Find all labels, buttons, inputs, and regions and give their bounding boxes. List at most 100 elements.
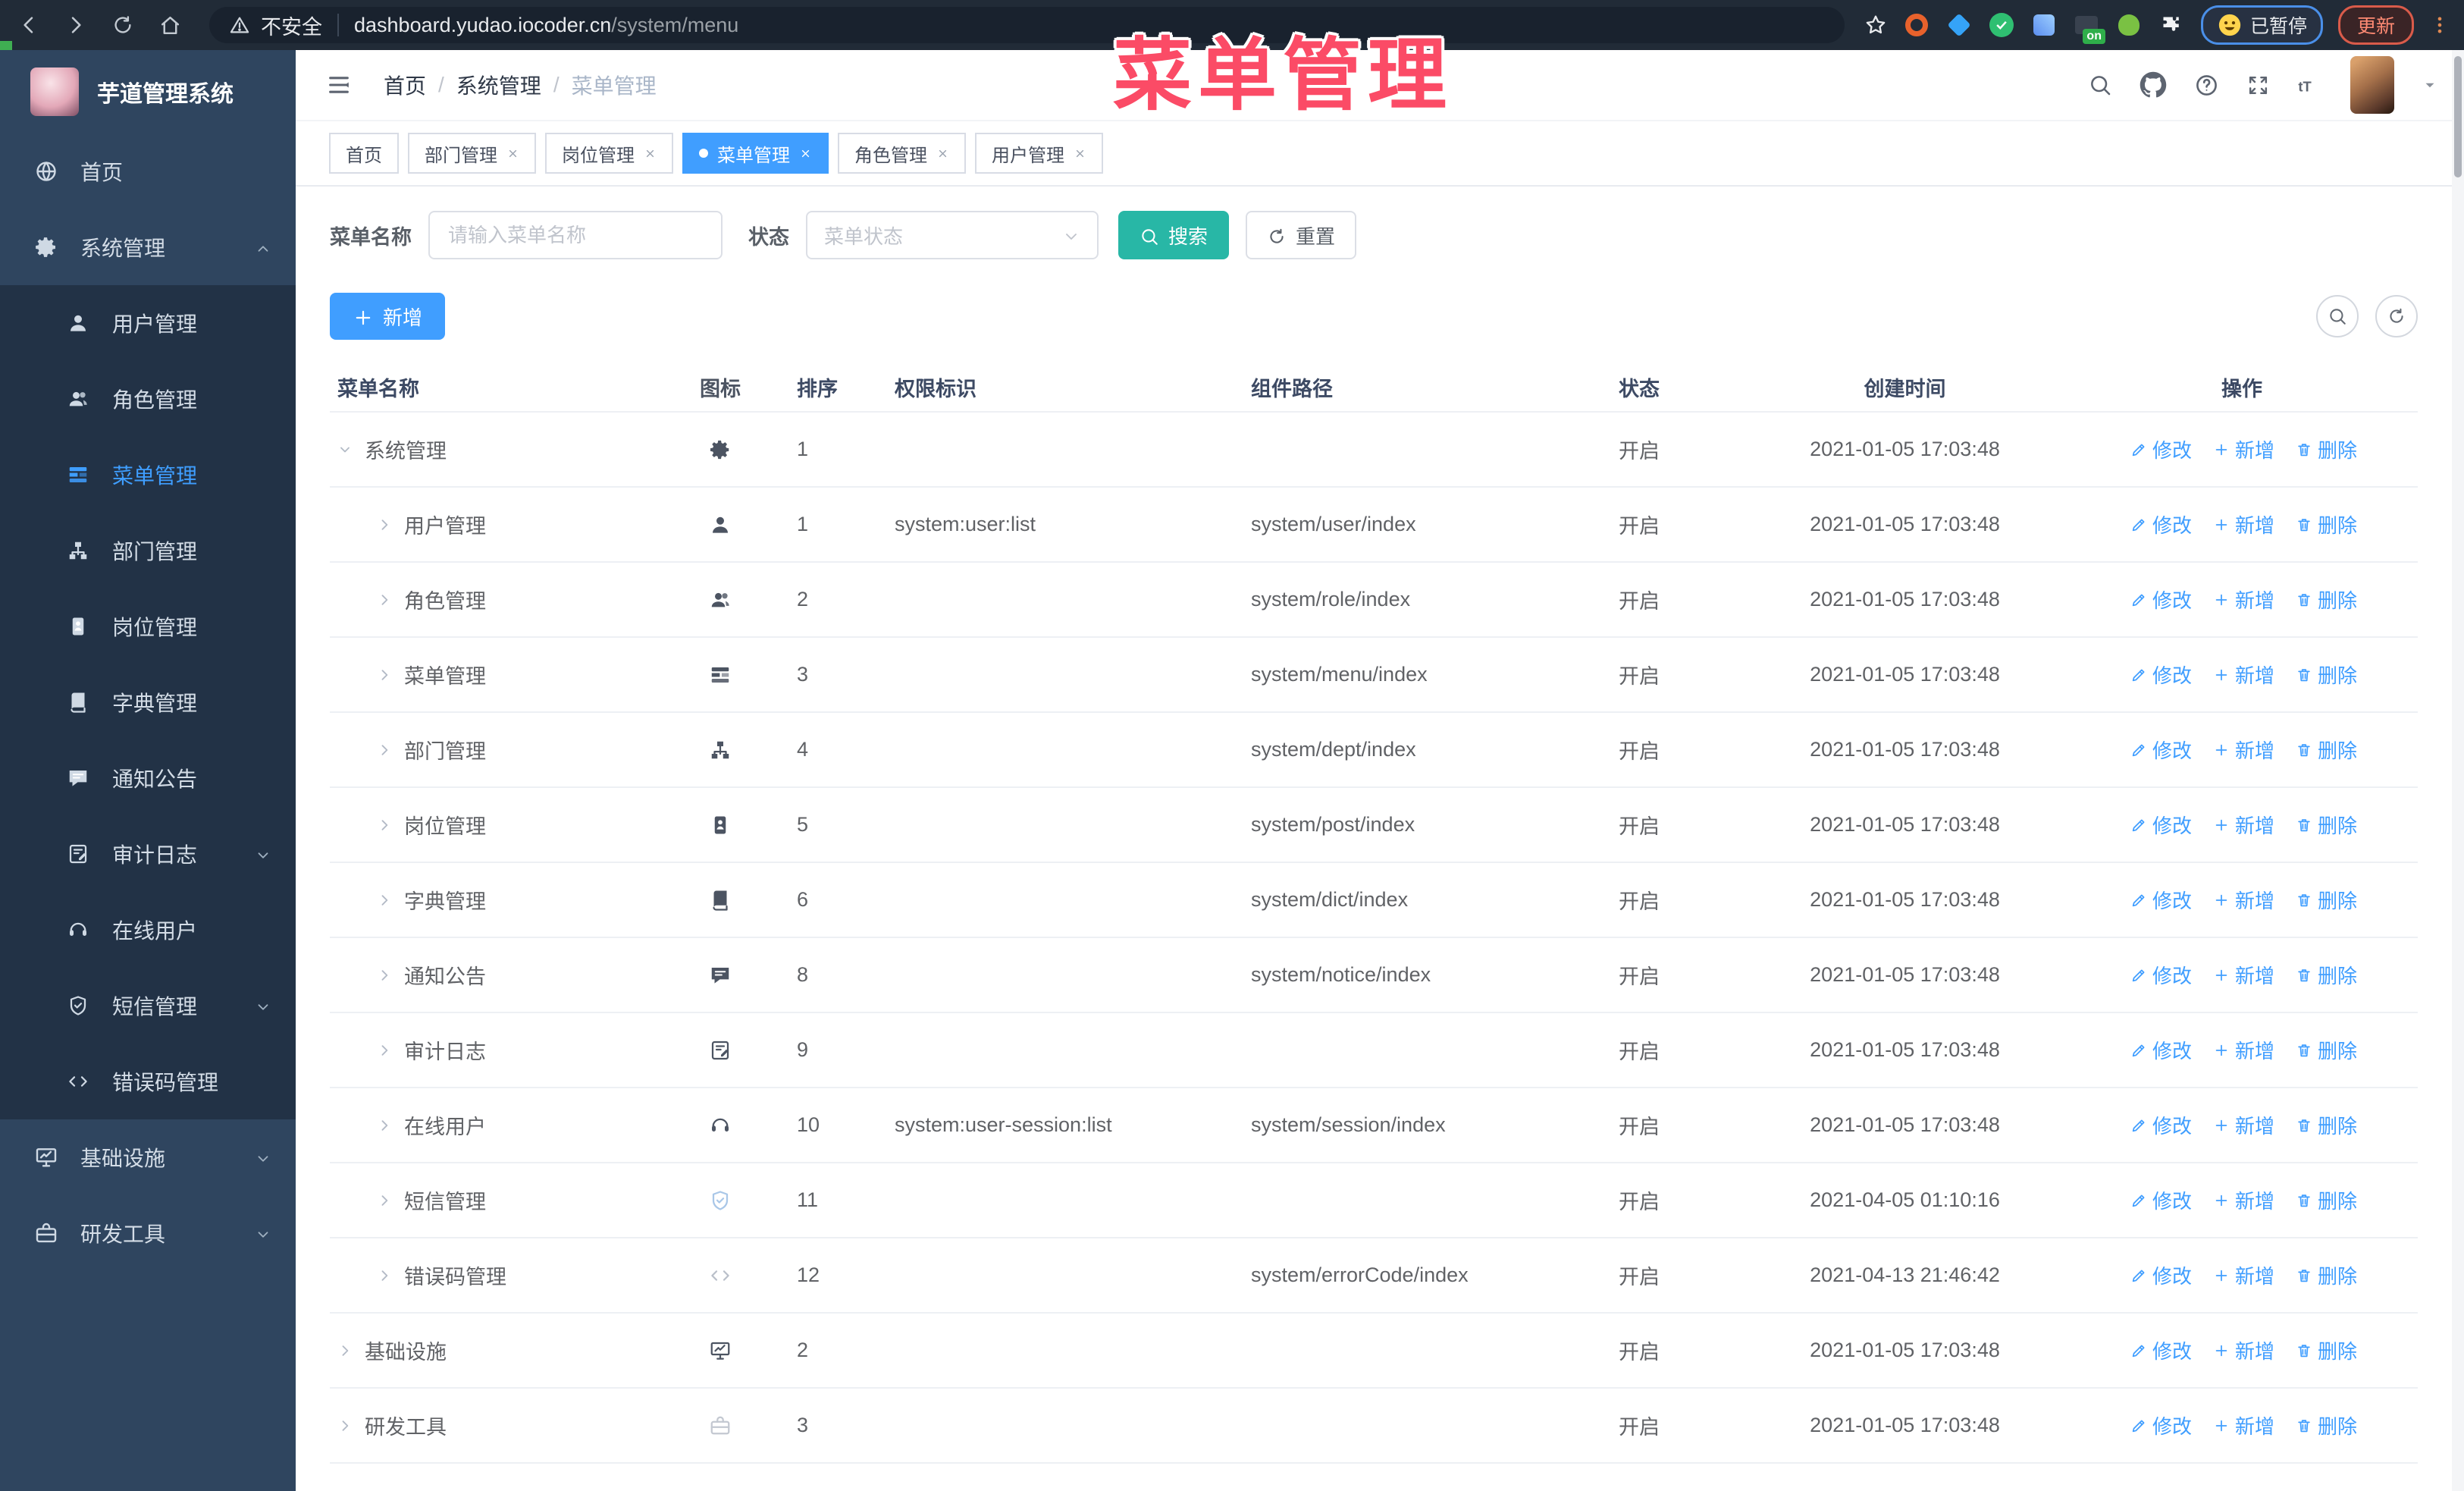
close-icon[interactable] [506,147,519,160]
extension-icon[interactable] [1902,11,1931,39]
delete-button[interactable]: 删除 [2296,1036,2357,1064]
add-child-button[interactable]: 新增 [2213,961,2274,989]
chevron-right-icon[interactable] [377,818,392,833]
browser-reload-button[interactable] [108,10,138,40]
edit-button[interactable]: 修改 [2130,886,2192,914]
extension-icon[interactable] [1987,11,2016,39]
chevron-right-icon[interactable] [377,1043,392,1058]
browser-menu-icon[interactable] [2429,14,2450,36]
delete-button[interactable]: 删除 [2296,736,2357,764]
sidebar-item[interactable]: 首页 [0,133,296,209]
avatar[interactable] [2350,56,2394,114]
extension-icon[interactable] [2157,11,2186,39]
add-child-button[interactable]: 新增 [2213,661,2274,689]
edit-button[interactable]: 修改 [2130,961,2192,989]
sidebar-collapse-icon[interactable] [326,72,352,98]
sidebar-item[interactable]: 在线用户 [0,892,296,968]
sidebar-item[interactable]: 菜单管理 [0,437,296,513]
help-icon[interactable] [2194,73,2219,98]
chevron-right-icon[interactable] [377,968,392,983]
sidebar-item[interactable]: 短信管理 [0,968,296,1044]
chevron-right-icon[interactable] [337,1343,353,1358]
delete-button[interactable]: 删除 [2296,961,2357,989]
delete-button[interactable]: 删除 [2296,1336,2357,1364]
edit-button[interactable]: 修改 [2130,585,2192,614]
delete-button[interactable]: 删除 [2296,1186,2357,1214]
refresh-table-button[interactable] [2375,295,2418,337]
add-child-button[interactable]: 新增 [2213,736,2274,764]
chevron-right-icon[interactable] [377,667,392,683]
add-child-button[interactable]: 新增 [2213,510,2274,538]
extension-icon[interactable] [1945,11,1973,39]
edit-button[interactable]: 修改 [2130,1186,2192,1214]
chevron-right-icon[interactable] [377,592,392,607]
add-child-button[interactable]: 新增 [2213,1111,2274,1139]
edit-button[interactable]: 修改 [2130,1036,2192,1064]
paused-extension-badge[interactable]: 已暂停 [2200,5,2323,45]
edit-button[interactable]: 修改 [2130,1336,2192,1364]
delete-button[interactable]: 删除 [2296,1411,2357,1439]
chevron-right-icon[interactable] [377,517,392,532]
bookmark-star-icon[interactable] [1864,14,1887,36]
sidebar-item[interactable]: 部门管理 [0,513,296,589]
add-child-button[interactable]: 新增 [2213,585,2274,614]
fullscreen-icon[interactable] [2246,74,2270,97]
sidebar-item[interactable]: 岗位管理 [0,589,296,664]
delete-button[interactable]: 删除 [2296,1261,2357,1289]
browser-update-button[interactable]: 更新 [2337,5,2414,45]
edit-button[interactable]: 修改 [2130,435,2192,463]
add-child-button[interactable]: 新增 [2213,1336,2274,1364]
close-icon[interactable] [644,147,657,160]
sidebar-item[interactable]: 基础设施 [0,1119,296,1195]
sidebar-item[interactable]: 字典管理 [0,664,296,740]
add-button[interactable]: 新增 [330,293,446,340]
breadcrumb-item[interactable]: 系统管理 [456,70,541,100]
delete-button[interactable]: 删除 [2296,886,2357,914]
edit-button[interactable]: 修改 [2130,1261,2192,1289]
close-icon[interactable] [936,147,949,160]
add-child-button[interactable]: 新增 [2213,1261,2274,1289]
chevron-right-icon[interactable] [377,1193,392,1208]
browser-back-button[interactable] [14,10,44,40]
chevron-down-icon[interactable] [337,442,353,457]
delete-button[interactable]: 删除 [2296,435,2357,463]
sidebar-item[interactable]: 通知公告 [0,740,296,816]
edit-button[interactable]: 修改 [2130,1111,2192,1139]
sidebar-item[interactable]: 系统管理 [0,209,296,285]
edit-button[interactable]: 修改 [2130,811,2192,839]
chevron-right-icon[interactable] [377,893,392,908]
avatar-caret-down-icon[interactable] [2422,77,2438,93]
sidebar-item[interactable]: 用户管理 [0,285,296,361]
add-child-button[interactable]: 新增 [2213,435,2274,463]
edit-button[interactable]: 修改 [2130,661,2192,689]
address-bar[interactable]: 不安全 dashboard.yudao.iocoder.cn/system/me… [209,7,1845,43]
chevron-right-icon[interactable] [337,1418,353,1433]
toggle-search-button[interactable] [2316,295,2359,337]
add-child-button[interactable]: 新增 [2213,1411,2274,1439]
sidebar-item[interactable]: 研发工具 [0,1195,296,1271]
extension-icon[interactable] [2030,11,2058,39]
delete-button[interactable]: 删除 [2296,1111,2357,1139]
scrollbar-thumb[interactable] [2454,56,2462,177]
close-icon[interactable] [799,147,812,160]
reset-button[interactable]: 重置 [1246,211,1357,259]
edit-button[interactable]: 修改 [2130,510,2192,538]
font-size-icon[interactable]: tT [2297,72,2323,98]
chevron-right-icon[interactable] [377,742,392,758]
delete-button[interactable]: 删除 [2296,585,2357,614]
edit-button[interactable]: 修改 [2130,736,2192,764]
sidebar-item[interactable]: 错误码管理 [0,1044,296,1119]
search-button[interactable]: 搜索 [1118,211,1230,259]
github-icon[interactable] [2140,71,2167,99]
sidebar-item[interactable]: 角色管理 [0,361,296,437]
menu-status-select[interactable]: 菜单状态 [806,211,1099,259]
sidebar-item[interactable]: 审计日志 [0,816,296,892]
close-icon[interactable] [1074,147,1086,160]
delete-button[interactable]: 删除 [2296,811,2357,839]
edit-button[interactable]: 修改 [2130,1411,2192,1439]
delete-button[interactable]: 删除 [2296,510,2357,538]
chevron-right-icon[interactable] [377,1118,392,1133]
add-child-button[interactable]: 新增 [2213,811,2274,839]
menu-name-input[interactable] [447,222,704,248]
breadcrumb-item[interactable]: 首页 [384,70,426,100]
